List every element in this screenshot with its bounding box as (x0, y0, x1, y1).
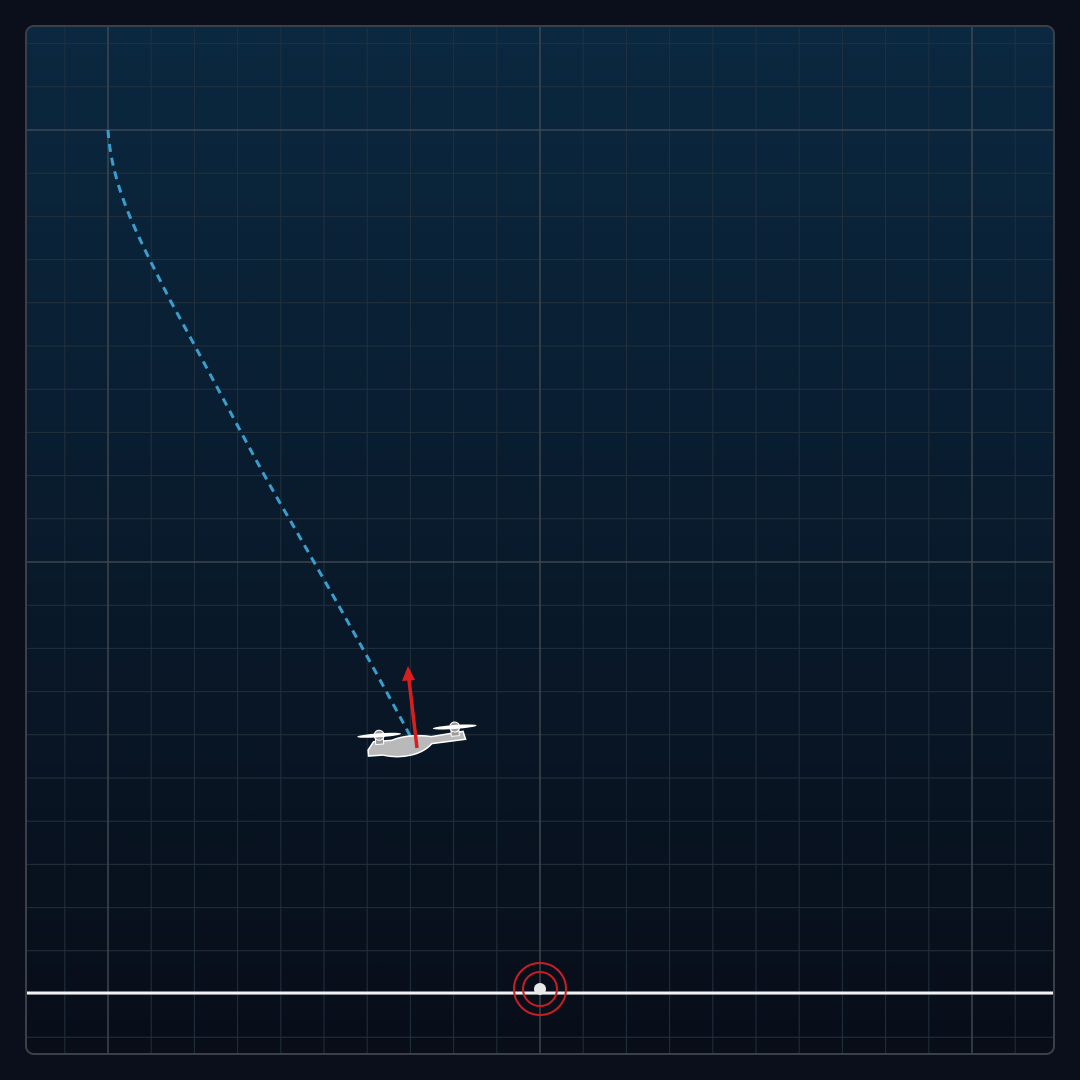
target-center-dot (534, 983, 546, 995)
play-area (26, 26, 1054, 1054)
simulation-viewport (0, 0, 1080, 1080)
